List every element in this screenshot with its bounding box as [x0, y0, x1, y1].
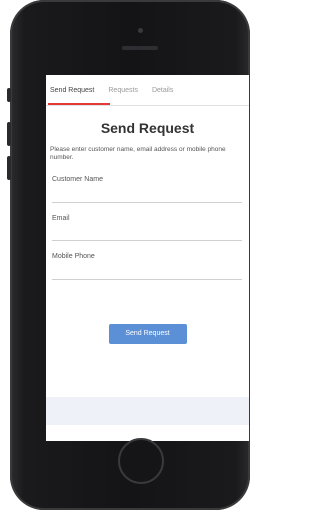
footer-band [46, 397, 249, 425]
send-request-button[interactable]: Send Request [108, 323, 187, 344]
page-title: Send Request [100, 120, 195, 136]
email-label: Email [52, 214, 70, 222]
phone-frame: Send Request Requests Details Send Reque… [7, 0, 250, 510]
speaker-grille [122, 46, 158, 50]
home-button[interactable] [118, 438, 164, 484]
tab-requests[interactable]: Requests [108, 87, 138, 94]
email-input[interactable] [52, 226, 242, 241]
instructions-text: Please enter customer name, email addres… [50, 146, 226, 161]
customer-name-label: Customer Name [52, 176, 103, 183]
volume-up-button [7, 122, 11, 146]
camera-icon [138, 28, 143, 33]
mute-switch [7, 88, 11, 102]
customer-name-input[interactable] [52, 187, 242, 203]
app-screen: Send Request Requests Details Send Reque… [46, 75, 249, 441]
active-tab-indicator [48, 103, 110, 105]
tab-details[interactable]: Details [152, 87, 173, 94]
volume-down-button [7, 156, 11, 180]
tab-send-request[interactable]: Send Request [50, 87, 94, 94]
mobile-phone-input[interactable] [52, 264, 242, 280]
mobile-phone-label: Mobile Phone [52, 253, 95, 260]
tab-bar: Send Request Requests Details [46, 75, 249, 106]
